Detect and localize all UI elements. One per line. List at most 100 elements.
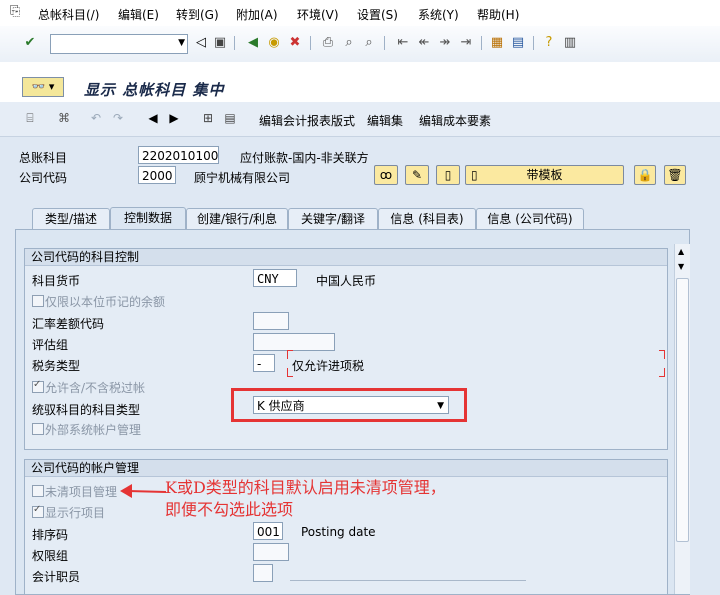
- with-template-label: 带模板: [526, 168, 563, 182]
- layout-menu-icon[interactable]: ▥: [562, 35, 578, 51]
- chevron-down-icon[interactable]: ▼: [178, 38, 185, 48]
- nav-back-arrow-icon[interactable]: ◁: [193, 35, 209, 51]
- menu-gl-account[interactable]: 总帐科目(/): [38, 6, 99, 23]
- enter-check-icon[interactable]: ✔: [22, 35, 38, 51]
- last-page-icon[interactable]: ⇥: [458, 35, 474, 51]
- separator: [234, 36, 235, 50]
- clerk-description-line: [290, 580, 526, 581]
- prev-page-icon[interactable]: ↞: [416, 35, 432, 51]
- gl-account-description: 应付账款-国内-非关联方: [240, 151, 369, 165]
- tab-info-company-code[interactable]: 信息 (公司代码): [476, 208, 584, 229]
- blank-page-icon: ▯: [444, 168, 452, 182]
- bracket-left-bottom: [287, 368, 293, 377]
- window-menu-icon[interactable]: ⎘: [10, 4, 20, 19]
- first-page-icon[interactable]: ⇤: [395, 35, 411, 51]
- new-session-icon[interactable]: ▦: [489, 35, 505, 51]
- bracket-left-top: [287, 350, 293, 359]
- menu-extras[interactable]: 附加(A): [236, 6, 278, 23]
- where-used-icon[interactable]: ⊞: [200, 110, 216, 126]
- menu-settings[interactable]: 设置(S): [357, 6, 398, 23]
- menu-system[interactable]: 系统(Y): [418, 6, 459, 23]
- tax-category-field[interactable]: -: [253, 354, 275, 372]
- external-mgmt-checkbox[interactable]: [32, 423, 44, 435]
- group-title: 公司代码的科目控制: [25, 249, 667, 266]
- accounting-clerk-field[interactable]: [253, 564, 273, 582]
- with-template-button[interactable]: ▯ 带模板: [465, 165, 624, 185]
- open-item-mgmt-checkbox[interactable]: [32, 485, 44, 497]
- accounting-clerk-label: 会计职员: [32, 570, 81, 584]
- shortcut-icon[interactable]: ▤: [510, 35, 526, 51]
- find-next-icon[interactable]: ⌕: [361, 35, 377, 51]
- edit-cost-element-button[interactable]: 编辑成本要素: [419, 112, 491, 129]
- tab-control-data[interactable]: 控制数据: [110, 207, 186, 230]
- scrollbar-thumb[interactable]: [676, 278, 689, 542]
- glasses-icon: ꝏ: [379, 168, 393, 182]
- annotation-text-line2: 即便不勾选此选项: [165, 500, 294, 519]
- separator: [384, 36, 385, 50]
- application-toolbar: [0, 102, 720, 137]
- glasses-button[interactable]: ꝏ: [374, 165, 398, 185]
- annotation-text-line1: K或D类型的科目默认启用未清项管理，: [165, 478, 446, 497]
- valuation-group-field[interactable]: [253, 333, 335, 351]
- scroll-up-icon[interactable]: ▲: [678, 247, 684, 256]
- back-icon[interactable]: ◀: [245, 35, 261, 51]
- posting-without-tax-checkbox[interactable]: [32, 379, 44, 393]
- display-change-button[interactable]: 👓 ▾: [22, 77, 64, 97]
- company-code-label: 公司代码: [19, 171, 68, 185]
- next-icon[interactable]: ▶: [166, 110, 182, 126]
- local-currency-only-checkbox[interactable]: [32, 295, 44, 307]
- redo-icon[interactable]: ↷: [110, 110, 126, 126]
- document-icon[interactable]: ▤: [222, 110, 238, 126]
- standard-toolbar: ✔ ▼ ◁ ▣ ◀ ◉ ✖ ⎙ ⌕ ⌕ ⇤ ↞ ↠ ⇥ ▦ ▤ ? ▥: [0, 26, 720, 63]
- separator: [533, 36, 534, 50]
- local-currency-only-label: 仅限以本位币记的余额: [45, 295, 166, 309]
- other-account-icon[interactable]: ⌸: [22, 110, 38, 126]
- page-title: 显示 总帐科目 集中: [84, 81, 225, 99]
- previous-icon[interactable]: ◀: [145, 110, 161, 126]
- bracket-right-top: [659, 350, 665, 359]
- tax-category-label: 税务类型: [32, 359, 81, 373]
- edit-set-button[interactable]: 编辑集: [367, 112, 403, 129]
- tab-info-chart-of-accounts[interactable]: 信息 (科目表): [378, 208, 476, 229]
- hierarchy-icon[interactable]: ⌘: [56, 110, 72, 126]
- line-item-display-checkbox[interactable]: [32, 504, 44, 518]
- find-icon[interactable]: ⌕: [341, 35, 357, 51]
- menu-help[interactable]: 帮助(H): [477, 6, 519, 23]
- menu-goto[interactable]: 转到(G): [176, 6, 219, 23]
- lock-button[interactable]: 🔒: [634, 165, 656, 185]
- account-currency-field[interactable]: CNY: [253, 269, 297, 287]
- authorization-group-field[interactable]: [253, 543, 289, 561]
- company-code-field[interactable]: 2000: [138, 166, 176, 184]
- sort-key-field[interactable]: 001: [253, 522, 283, 540]
- exit-icon[interactable]: ◉: [266, 35, 282, 51]
- tab-type-description[interactable]: 类型/描述: [32, 208, 110, 229]
- menu-edit[interactable]: 编辑(E): [118, 6, 159, 23]
- account-currency-label: 科目货币: [32, 274, 81, 288]
- print-icon[interactable]: ⎙: [320, 35, 336, 51]
- next-page-icon[interactable]: ↠: [437, 35, 453, 51]
- authorization-group-label: 权限组: [32, 549, 69, 563]
- help-icon[interactable]: ?: [541, 35, 557, 51]
- delete-button[interactable]: 🗑: [664, 165, 686, 185]
- exch-rate-diff-field[interactable]: [253, 312, 289, 330]
- edit-pencil-button[interactable]: ✎: [405, 165, 429, 185]
- cancel-icon[interactable]: ✖: [287, 35, 303, 51]
- scroll-down-icon[interactable]: ▼: [678, 262, 684, 271]
- valuation-group-label: 评估组: [32, 338, 69, 352]
- sort-key-description: Posting date: [301, 525, 376, 539]
- line-item-display-label: 显示行项目: [45, 506, 106, 520]
- recon-account-type-label: 统驭科目的科目类型: [32, 403, 141, 417]
- undo-icon[interactable]: ↶: [88, 110, 104, 126]
- menu-environment[interactable]: 环境(V): [297, 6, 339, 23]
- group-title: 公司代码的帐户管理: [25, 460, 667, 477]
- open-item-mgmt-label: 未清项目管理: [45, 485, 118, 499]
- command-field[interactable]: ▼: [50, 34, 188, 54]
- edit-report-layout-button[interactable]: 编辑会计报表版式: [259, 112, 355, 129]
- company-name: 顾宁机械有限公司: [194, 171, 291, 185]
- save-icon[interactable]: ▣: [212, 35, 228, 51]
- tab-create-bank-interest[interactable]: 创建/银行/利息: [186, 208, 288, 229]
- tax-category-description: 仅允许进项税: [292, 359, 365, 373]
- create-button[interactable]: ▯: [436, 165, 460, 185]
- tab-keyword-translation[interactable]: 关键字/翻译: [288, 208, 378, 229]
- gl-account-field[interactable]: 2202010100: [138, 146, 219, 164]
